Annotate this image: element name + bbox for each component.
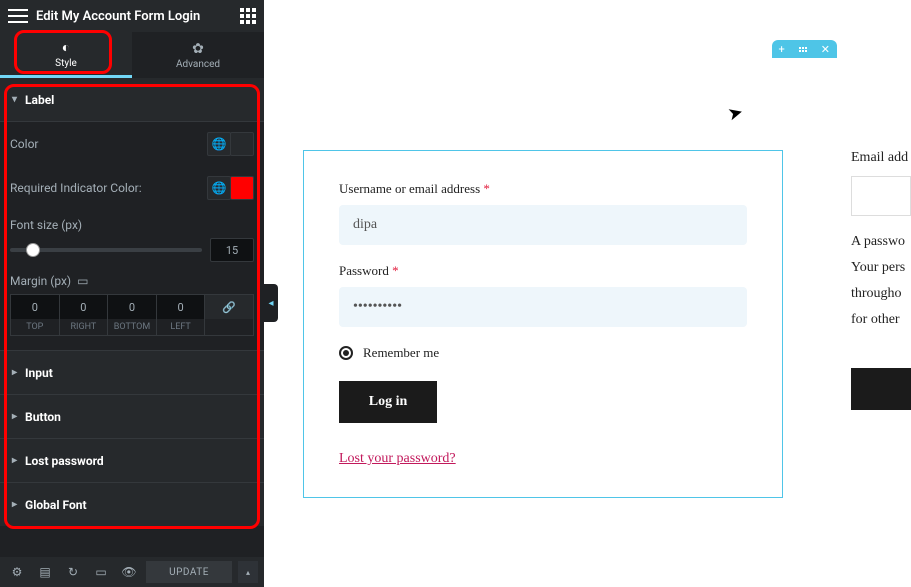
login-form-widget[interactable]: Username or email address * Password * R…	[303, 150, 783, 498]
margin-bottom-lab: BOTTOM	[114, 319, 150, 335]
update-caret[interactable]: ▴	[238, 561, 258, 583]
color-swatch[interactable]	[230, 132, 254, 156]
section-label-text: Label	[25, 93, 54, 107]
required-indicator-label: Required Indicator Color:	[10, 181, 142, 195]
section-lost-password[interactable]: ▸ Lost password	[0, 438, 264, 482]
section-label[interactable]: ▾ Label	[0, 78, 264, 122]
caret-right-icon: ▸	[12, 499, 17, 510]
history-icon[interactable]: ↻	[62, 561, 84, 583]
caret-down-icon: ▾	[12, 94, 17, 105]
link-values-icon[interactable]: 🔗	[205, 295, 253, 319]
section-add-icon[interactable]: +	[772, 40, 792, 58]
section-button[interactable]: ▸ Button	[0, 394, 264, 438]
peek-hint1: A passwo	[851, 234, 911, 250]
peek-hint3: througho	[851, 286, 911, 302]
tab-style-label: Style	[55, 58, 77, 69]
peek-hint4: for other	[851, 312, 911, 328]
settings-icon[interactable]: ⚙	[6, 561, 28, 583]
section-handle: + ✕	[772, 40, 837, 58]
login-button[interactable]: Log in	[339, 381, 437, 423]
globe-icon[interactable]: 🌐	[207, 132, 231, 156]
caret-right-icon: ▸	[12, 411, 17, 422]
margin-left-input[interactable]: 0	[157, 295, 205, 319]
username-input[interactable]	[339, 205, 747, 245]
lost-password-link[interactable]: Lost your password?	[339, 451, 456, 467]
margin-left-lab: LEFT	[170, 319, 190, 335]
register-form-peek: Email add A passwo Your pers througho fo…	[851, 150, 911, 498]
menu-icon[interactable]	[8, 9, 28, 23]
section-globalfont-text: Global Font	[25, 498, 86, 512]
remember-me-row[interactable]: Remember me	[339, 345, 747, 361]
section-delete-icon[interactable]: ✕	[814, 40, 837, 58]
color-label: Color	[10, 137, 38, 151]
editor-title: Edit My Account Form Login	[36, 9, 240, 24]
remember-checkbox-icon[interactable]	[339, 346, 353, 360]
peek-email-label: Email add	[851, 150, 911, 166]
tab-style[interactable]: ◐ Style	[0, 32, 132, 78]
peek-hint2: Your pers	[851, 260, 911, 276]
margin-label-row: Margin (px) ▭	[10, 262, 254, 294]
font-size-slider-row: 15	[10, 238, 254, 262]
margin-label: Margin (px)	[10, 274, 71, 288]
control-required-indicator: Required Indicator Color: 🌐	[10, 166, 254, 210]
peek-button	[851, 368, 911, 410]
responsive-icon[interactable]: ▭	[77, 274, 88, 288]
cursor-icon: ➤	[726, 101, 746, 125]
update-button[interactable]: UPDATE	[146, 561, 232, 583]
navigator-icon[interactable]: ▤	[34, 561, 56, 583]
margin-right-lab: RIGHT	[70, 319, 96, 335]
editor-footer: ⚙ ▤ ↻ ▭ 👁 UPDATE ▴	[0, 557, 264, 587]
password-label: Password *	[339, 263, 747, 279]
section-global-font[interactable]: ▸ Global Font	[0, 482, 264, 526]
password-input[interactable]	[339, 287, 747, 327]
margin-top-lab: TOP	[26, 319, 43, 335]
section-lostpw-text: Lost password	[25, 454, 104, 468]
required-indicator-swatch[interactable]	[230, 176, 254, 200]
section-input-text: Input	[25, 366, 53, 380]
section-button-text: Button	[25, 410, 61, 424]
username-label: Username or email address *	[339, 181, 747, 197]
remember-label: Remember me	[363, 345, 439, 361]
section-drag-icon[interactable]	[792, 40, 814, 58]
margin-bottom-input[interactable]: 0	[108, 295, 156, 319]
slider-thumb[interactable]	[26, 243, 40, 257]
font-size-label: Font size (px)	[10, 210, 254, 238]
peek-input	[851, 176, 911, 216]
editor-header: Edit My Account Form Login	[0, 0, 264, 32]
margin-top-input[interactable]: 0	[11, 295, 59, 319]
margin-right-input[interactable]: 0	[60, 295, 108, 319]
globe-icon[interactable]: 🌐	[207, 176, 231, 200]
editor-tabs: ◐ Style ✿ Advanced	[0, 32, 264, 78]
link-lab	[228, 319, 230, 335]
tab-advanced[interactable]: ✿ Advanced	[132, 32, 264, 78]
caret-right-icon: ▸	[12, 367, 17, 378]
apps-grid-icon[interactable]	[240, 8, 256, 24]
editor-panel: Edit My Account Form Login ◐ Style ✿ Adv…	[0, 0, 264, 587]
gear-icon: ✿	[192, 41, 204, 57]
caret-right-icon: ▸	[12, 455, 17, 466]
panel-body: ▾ Label Color 🌐 Required Indicator Color…	[0, 78, 264, 536]
font-size-value[interactable]: 15	[210, 238, 254, 262]
preview-icon[interactable]: 👁	[118, 561, 140, 583]
preview-canvas: + ✕ Username or email address * Password…	[280, 0, 911, 587]
margin-dimensions: 0TOP 0RIGHT 0BOTTOM 0LEFT 🔗	[10, 294, 254, 336]
section-input[interactable]: ▸ Input	[0, 350, 264, 394]
tab-advanced-label: Advanced	[176, 59, 220, 70]
responsive-mode-icon[interactable]: ▭	[90, 561, 112, 583]
panel-collapse-handle[interactable]: ◂	[264, 284, 278, 322]
font-size-slider[interactable]	[10, 248, 202, 252]
droplet-icon: ◐	[62, 39, 70, 56]
control-color: Color 🌐	[10, 122, 254, 166]
